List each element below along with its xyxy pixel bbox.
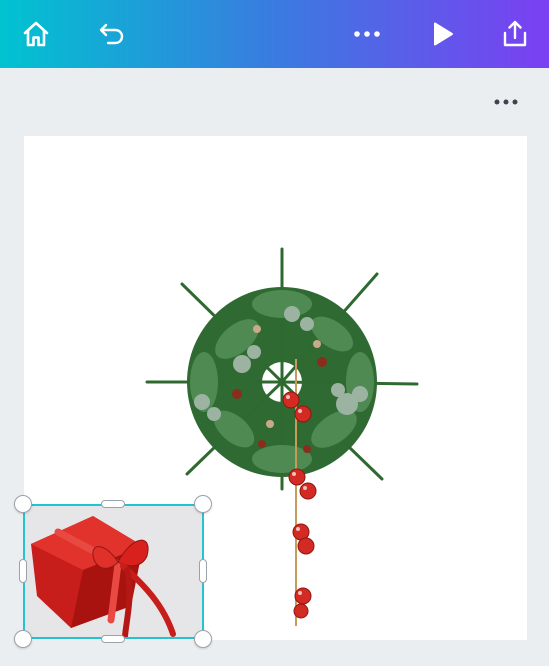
- resize-handle-top-left[interactable]: [14, 495, 32, 513]
- share-icon: [503, 20, 527, 47]
- resize-handle-bottom-right[interactable]: [194, 630, 212, 648]
- resize-handle-bottom[interactable]: [101, 635, 125, 643]
- more-options-icon: [354, 31, 380, 37]
- top-toolbar: [0, 0, 549, 68]
- resize-handle-top-right[interactable]: [194, 495, 212, 513]
- more-options-button[interactable]: [347, 14, 387, 54]
- present-button[interactable]: [422, 14, 462, 54]
- resize-handle-left[interactable]: [19, 559, 27, 583]
- home-button[interactable]: [16, 14, 56, 54]
- selected-gift-image[interactable]: [23, 504, 204, 639]
- share-button[interactable]: [495, 14, 535, 54]
- gift-photo: [23, 504, 204, 639]
- resize-handle-bottom-left[interactable]: [14, 630, 32, 648]
- more-options-icon: [494, 99, 518, 105]
- toolbar-background: [0, 0, 549, 68]
- resize-handle-right[interactable]: [199, 559, 207, 583]
- undo-button[interactable]: [91, 14, 131, 54]
- home-icon: [23, 21, 49, 47]
- page-options-button[interactable]: [486, 88, 526, 116]
- resize-handle-top[interactable]: [101, 500, 125, 508]
- undo-icon: [99, 23, 124, 45]
- present-icon: [434, 22, 453, 46]
